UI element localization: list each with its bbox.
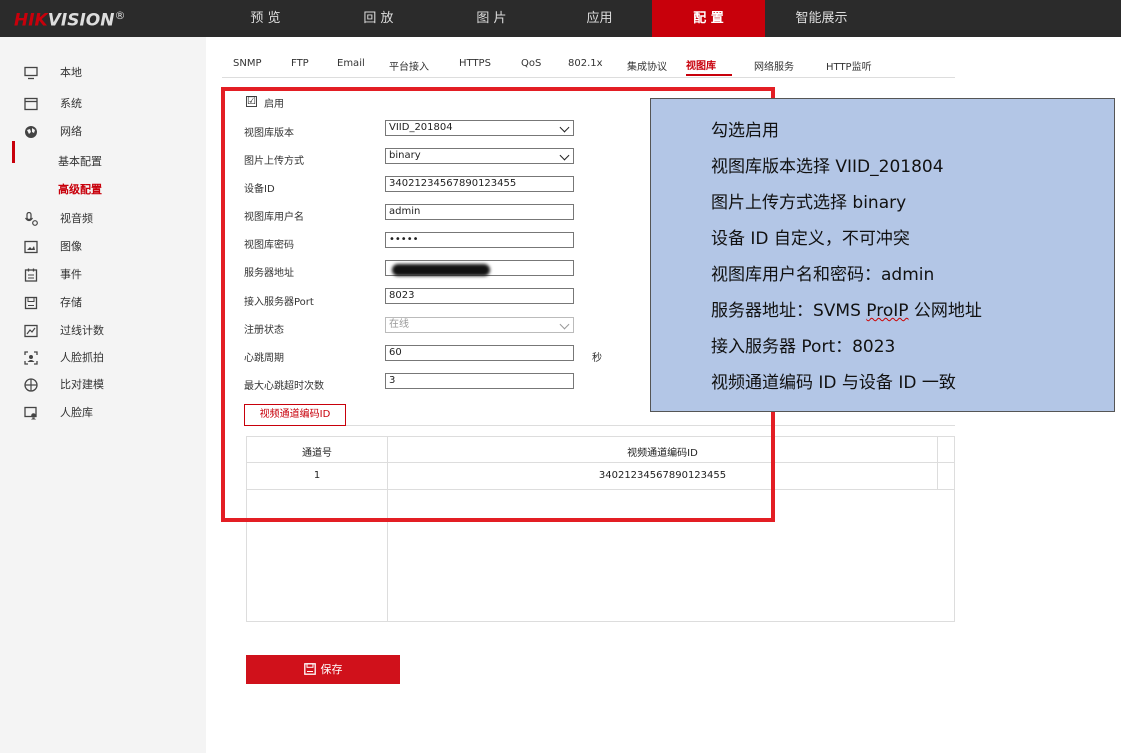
sidebar-item-label: 网络 — [60, 125, 82, 138]
image-icon — [24, 240, 38, 254]
callout-line: 勾选启用 — [711, 121, 779, 141]
tab-divider — [222, 77, 955, 78]
sidebar-item-label: 事件 — [60, 268, 82, 281]
tab-http-listen[interactable]: HTTP监听 — [826, 58, 872, 73]
sidebar-sub-basic-config[interactable]: 基本配置 — [58, 149, 102, 175]
save-button-label: 保存 — [320, 663, 343, 676]
sidebar-item-label: 本地 — [60, 66, 82, 79]
sidebar-item-face-capture[interactable]: 人脸抓拍 — [0, 345, 206, 371]
nav-playback[interactable]: 回 放 — [322, 0, 435, 37]
tab-ftp[interactable]: FTP — [291, 58, 309, 69]
calendar-icon — [24, 268, 38, 282]
table-col-divider — [937, 437, 938, 489]
save-icon — [303, 663, 316, 675]
sidebar-item-label: 系统 — [60, 97, 82, 110]
callout-line: 视图库版本选择 VIID_201804 — [711, 157, 944, 177]
nav-application[interactable]: 应用 — [543, 0, 656, 37]
annotation-callout: 勾选启用 视图库版本选择 VIID_201804 图片上传方式选择 binary… — [650, 98, 1115, 412]
sidebar-item-label: 比对建模 — [60, 378, 104, 391]
tab-view-library[interactable]: 视图库 — [686, 57, 716, 72]
tab-qos[interactable]: QoS — [521, 58, 541, 69]
sidebar-item-audio-video[interactable]: 视音频 — [0, 206, 206, 232]
callout-text: ProIP — [866, 301, 909, 321]
face-capture-icon — [24, 351, 38, 365]
audio-video-icon — [25, 212, 38, 226]
save-icon — [24, 296, 38, 310]
hikvision-logo: HIKVISION® — [14, 9, 126, 31]
callout-line: 图片上传方式选择 binary — [711, 193, 907, 213]
nav-smart-display[interactable]: 智能展示 — [765, 0, 878, 37]
system-icon — [24, 97, 38, 111]
callout-line: 接入服务器 Port：8023 — [711, 337, 896, 357]
callout-text: 服务器地址：SVMS — [711, 301, 867, 321]
sidebar-item-face-library[interactable]: 人脸库 — [0, 400, 206, 426]
sidebar-item-line-count[interactable]: 过线计数 — [0, 318, 206, 344]
tab-https[interactable]: HTTPS — [459, 58, 491, 69]
sidebar-item-label: 过线计数 — [60, 324, 104, 337]
sidebar-item-storage[interactable]: 存储 — [0, 290, 206, 316]
monitor-icon — [24, 66, 38, 80]
sidebar-item-label: 存储 — [60, 296, 82, 309]
sidebar-item-local[interactable]: 本地 — [0, 60, 206, 86]
callout-line: 服务器地址：SVMS ProIP 公网地址 — [711, 296, 982, 321]
sidebar-item-network[interactable]: 网络 — [0, 119, 206, 145]
nav-preview[interactable]: 预 览 — [209, 0, 322, 37]
line-count-icon — [24, 324, 38, 338]
sidebar-item-event[interactable]: 事件 — [0, 262, 206, 288]
sidebar-item-label: 图像 — [60, 240, 82, 253]
sidebar-item-compare-model[interactable]: 比对建模 — [0, 372, 206, 398]
tab-network-service[interactable]: 网络服务 — [754, 58, 794, 73]
tab-integration-protocol[interactable]: 集成协议 — [627, 58, 667, 73]
face-library-icon — [24, 406, 37, 420]
callout-line: 设备 ID 自定义，不可冲突 — [711, 229, 910, 249]
top-bar: HIKVISION® 预 览 回 放 图 片 应用 配 置 智能展示 — [0, 0, 1121, 37]
globe-icon — [25, 126, 37, 138]
callout-line: 视图库用户名和密码：admin — [711, 265, 935, 285]
sidebar-item-label: 视音频 — [60, 212, 93, 225]
sidebar-item-image[interactable]: 图像 — [0, 234, 206, 260]
tab-platform-access[interactable]: 平台接入 — [389, 58, 429, 73]
callout-line: 视频通道编码 ID 与设备 ID 一致 — [711, 373, 956, 393]
save-button[interactable]: 保存 — [246, 655, 400, 684]
tab-email[interactable]: Email — [337, 58, 365, 69]
nav-picture[interactable]: 图 片 — [435, 0, 548, 37]
tab-snmp[interactable]: SNMP — [233, 58, 262, 69]
nav-configuration[interactable]: 配 置 — [652, 0, 765, 37]
sidebar-item-label: 人脸库 — [60, 406, 93, 419]
sidebar-item-label: 人脸抓拍 — [60, 351, 104, 364]
callout-text: 公网地址 — [908, 301, 982, 321]
sidebar-item-system[interactable]: 系统 — [0, 91, 206, 117]
active-tab-underline — [686, 74, 732, 76]
compare-model-icon — [24, 378, 38, 392]
sidebar-sub-advanced-config[interactable]: 高级配置 — [58, 177, 102, 203]
tab-8021x[interactable]: 802.1x — [568, 58, 603, 69]
